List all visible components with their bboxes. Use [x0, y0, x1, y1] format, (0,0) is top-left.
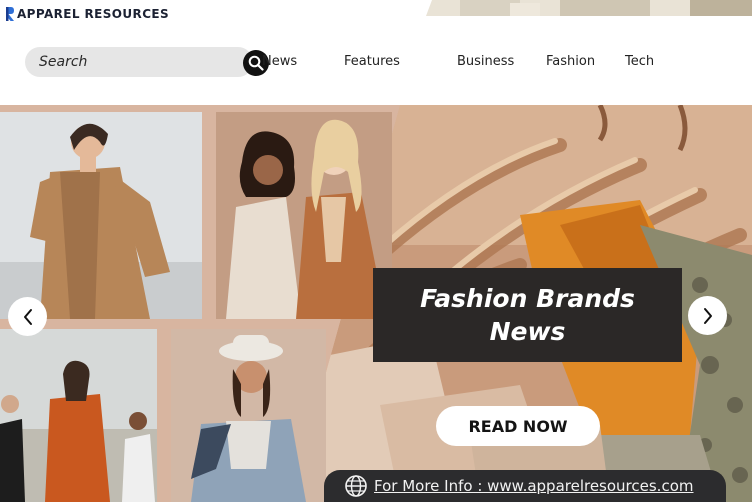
read-now-button[interactable]: READ NOW — [436, 406, 600, 446]
site-logo[interactable]: APPAREL RESOURCES — [5, 6, 169, 22]
search-bar — [25, 47, 269, 77]
logo-mark-icon — [5, 6, 15, 22]
photo-two-women-coats — [216, 112, 392, 319]
more-info-text: For More Info : www.apparelresources.com — [374, 477, 694, 495]
site-header: APPAREL RESOURCES News Features Business… — [0, 0, 752, 105]
photo-trench-coat-model — [0, 112, 202, 319]
headline-box: Fashion Brands News — [373, 268, 682, 362]
carousel-prev-button[interactable] — [8, 297, 47, 336]
nav-item-tech[interactable]: Tech — [625, 54, 654, 69]
nav-item-fashion[interactable]: Fashion — [546, 54, 595, 69]
hero-banner: Fashion Brands News READ NOW For More In… — [0, 105, 752, 502]
photo-woman-in-hat — [171, 329, 326, 502]
chevron-right-icon — [703, 307, 712, 324]
nav-item-features[interactable]: Features — [344, 54, 400, 69]
brand-name: APPAREL RESOURCES — [17, 7, 170, 21]
carousel-next-button[interactable] — [688, 296, 727, 335]
read-now-label: READ NOW — [468, 416, 568, 436]
hero-headline: Fashion Brands News — [420, 284, 635, 346]
more-info-link[interactable]: For More Info : www.apparelresources.com — [324, 470, 726, 502]
chevron-left-icon — [23, 308, 32, 325]
photo-group-on-beach — [0, 329, 157, 502]
nav-item-news[interactable]: News — [262, 54, 297, 69]
header-banner-image — [420, 0, 752, 16]
globe-icon — [345, 475, 367, 497]
search-input[interactable] — [25, 47, 215, 77]
nav-item-business[interactable]: Business — [457, 54, 514, 69]
